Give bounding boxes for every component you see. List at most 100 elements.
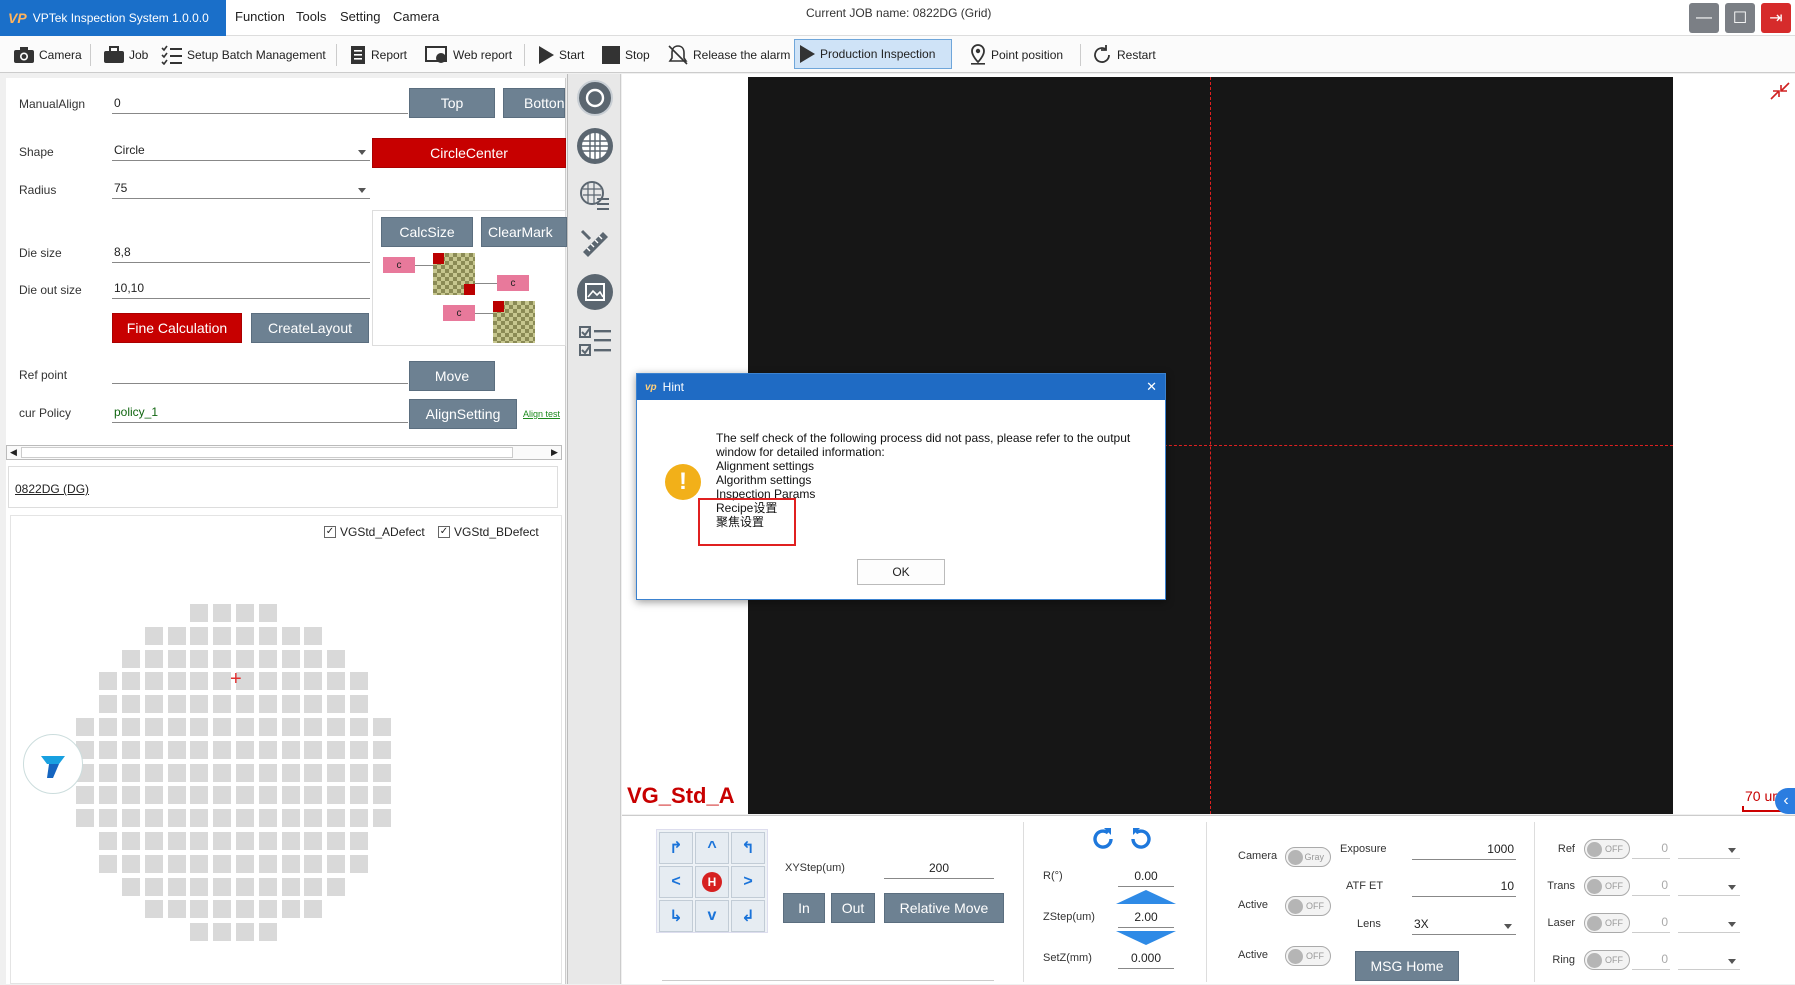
wafer-die[interactable] [258,649,277,668]
wafer-die[interactable] [327,786,346,805]
wafer-die[interactable] [327,763,346,782]
wafer-die[interactable] [258,695,277,714]
wafer-die[interactable] [122,718,140,736]
wafer-die[interactable] [144,626,163,645]
stop-button[interactable]: Stop [598,42,653,68]
wafer-die[interactable] [350,740,368,759]
wafer-die[interactable] [167,763,186,782]
wafer-die[interactable] [258,718,277,736]
menu-tools[interactable]: Tools [296,9,326,24]
out-button[interactable]: Out [831,893,875,923]
wafer-die[interactable] [76,786,95,805]
wafer-die[interactable] [167,695,186,714]
wafer-die[interactable] [236,809,254,828]
wafer-die[interactable] [213,672,232,691]
scrollbar-thumb[interactable] [21,447,513,458]
jog-up-right-button[interactable]: ↰ [731,832,765,864]
wafer-die[interactable] [213,877,232,896]
wafer-die[interactable] [304,718,323,736]
wafer-die[interactable] [304,740,323,759]
scroll-right-icon[interactable]: ▶ [551,447,558,458]
fine-calculation-button[interactable]: Fine Calculation [112,313,242,343]
wafer-die[interactable] [167,718,186,736]
wafer-die[interactable] [350,832,368,850]
policy-field[interactable]: policy_1 [112,403,408,423]
atf-field[interactable]: 10 [1412,877,1516,897]
wafer-die[interactable] [304,832,323,850]
job-link[interactable]: 0822DG (DG) [15,482,89,496]
menu-camera[interactable]: Camera [393,9,439,24]
wafer-die[interactable] [281,672,300,691]
wafer-die[interactable] [190,626,209,645]
wafer-die[interactable] [190,786,209,805]
wafer-die[interactable] [144,854,163,873]
wafer-die[interactable] [99,740,118,759]
wafer-die[interactable] [213,649,232,668]
wafer-die[interactable] [281,832,300,850]
wafer-die[interactable] [190,649,209,668]
web-report-button[interactable]: Web report [422,42,515,68]
wafer-die[interactable] [144,900,163,919]
wafer-die[interactable] [99,763,118,782]
wafer-die[interactable] [350,809,368,828]
light-toggle-ring[interactable]: OFF [1584,950,1630,970]
wafer-die[interactable] [213,900,232,919]
wafer-die[interactable] [236,626,254,645]
wafer-die[interactable] [236,718,254,736]
wafer-die[interactable] [281,740,300,759]
wafer-die[interactable] [258,763,277,782]
start-button[interactable]: Start [534,42,587,68]
scroll-left-icon[interactable]: ◀ [10,447,17,458]
wafer-die[interactable] [281,718,300,736]
rail-ruler-button[interactable] [577,226,613,262]
light-toggle-trans[interactable]: OFF [1584,876,1630,896]
wafer-die[interactable] [372,763,391,782]
active-toggle-1[interactable]: OFF [1285,896,1331,916]
active-toggle-2[interactable]: OFF [1285,946,1331,966]
wafer-die[interactable] [350,718,368,736]
menu-function[interactable]: Function [235,9,285,24]
wafer-die[interactable] [167,740,186,759]
top-button[interactable]: Top [409,88,495,118]
wafer-die[interactable] [99,718,118,736]
wafer-die[interactable] [167,900,186,919]
calc-size-button[interactable]: CalcSize [381,217,473,247]
jog-down-left-button[interactable]: ↳ [659,900,693,932]
wafer-die[interactable] [167,786,186,805]
wafer-die[interactable] [190,809,209,828]
wafer-die[interactable] [304,854,323,873]
wafer-die[interactable] [167,672,186,691]
wafer-die[interactable] [190,604,209,622]
light-value-ref[interactable]: 0 [1632,839,1670,859]
wafer-die[interactable] [167,649,186,668]
point-position-button[interactable]: Point position [966,42,1066,68]
rail-map-list-button[interactable] [577,178,613,214]
wafer-die[interactable] [99,672,118,691]
wafer-die[interactable] [122,832,140,850]
wafer-die[interactable] [304,877,323,896]
minimize-button[interactable]: — [1689,3,1719,33]
wafer-die[interactable] [281,695,300,714]
wafer-die[interactable] [236,763,254,782]
xystep-field[interactable]: 200 [884,859,994,879]
setup-batch-button[interactable]: Setup Batch Management [158,42,329,68]
wafer-die[interactable] [144,832,163,850]
production-inspection-button[interactable]: Production Inspection [794,39,952,69]
jog-left-button[interactable]: < [659,866,693,898]
jog-up-left-button[interactable]: ↱ [659,832,693,864]
circle-center-button[interactable]: CircleCenter [372,138,566,168]
wafer-die[interactable] [258,900,277,919]
wafer-die[interactable] [372,740,391,759]
wafer-die[interactable] [190,900,209,919]
wafer-die[interactable] [236,900,254,919]
wafer-die[interactable] [281,786,300,805]
wafer-die[interactable] [327,672,346,691]
wafer-die[interactable] [76,718,95,736]
wafer-die[interactable] [258,923,277,942]
wafer-die[interactable] [236,832,254,850]
wafer-die[interactable] [258,672,277,691]
manual-align-field[interactable]: 0 [112,94,408,114]
wafer-die[interactable] [304,809,323,828]
wafer-die[interactable] [213,832,232,850]
wafer-die[interactable] [122,854,140,873]
